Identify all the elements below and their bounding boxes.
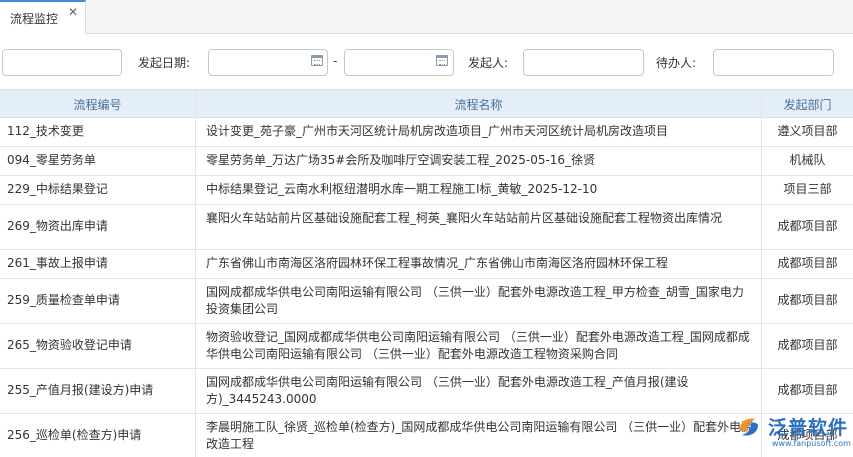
calendar-icon[interactable] [436, 55, 448, 66]
cell-dept: 机械队 [789, 153, 826, 167]
cell-process-name: 零星劳务单_万达广场35#会所及咖啡厅空调安装工程_2025-05-16_徐贤 [206, 153, 596, 167]
table-row[interactable]: 259_质量检查单申请 国网成都成华供电公司南阳运输有限公司 （三供一业）配套外… [0, 279, 853, 324]
initiator-label: 发起人: [468, 56, 509, 70]
column-header-name[interactable]: 流程名称 [196, 96, 761, 113]
cell-process-id: 265_物资验收登记申请 [7, 338, 132, 352]
cell-process-id: 261_事故上报申请 [7, 256, 108, 270]
table-row[interactable]: 269_物资出库申请 襄阳火车站站前片区基础设施配套工程_柯英_襄阳火车站站前片… [0, 205, 853, 250]
cell-dept: 成都项目部 [777, 338, 838, 352]
cell-process-name: 物资验收登记_国网成都成华供电公司南阳运输有限公司 （三供一业）配套外电源改造工… [206, 330, 750, 361]
brand-name: 泛普软件 [768, 417, 849, 439]
cell-dept: 成都项目部 [777, 256, 838, 270]
cell-process-name: 设计变更_苑子豪_广州市天河区统计局机房改造项目_广州市天河区统计局机房改造项目 [206, 124, 669, 138]
table-row[interactable]: 261_事故上报申请 广东省佛山市南海区洛府园林环保工程事故情况_广东省佛山市南… [0, 250, 853, 279]
tab-process-monitor[interactable]: 流程监控 ✕ [0, 0, 86, 34]
cell-process-id: 094_零星劳务单 [7, 153, 96, 167]
brand-url: www.fanpusoft.com [772, 439, 851, 448]
keyword-input[interactable] [2, 49, 122, 76]
cell-process-id: 112_技术变更 [7, 124, 84, 138]
table-row[interactable]: 229_中标结果登记 中标结果登记_云南水利枢纽潜明水库一期工程施工I标_黄敏_… [0, 176, 853, 205]
start-date-input[interactable] [208, 49, 328, 76]
table-row[interactable]: 256_巡检单(检查方)申请 李晨明施工队_徐贤_巡检单(检查方)_国网成都成华… [0, 414, 853, 457]
initiator-input[interactable] [523, 49, 644, 76]
cell-dept: 遵义项目部 [777, 124, 838, 138]
start-date-label: 发起日期: [138, 56, 191, 70]
cell-process-name: 襄阳火车站站前片区基础设施配套工程_柯英_襄阳火车站站前片区基础设施配套工程物资… [206, 211, 723, 225]
pending-user-label: 待办人: [656, 56, 697, 70]
cell-process-name: 广东省佛山市南海区洛府园林环保工程事故情况_广东省佛山市南海区洛府园林环保工程 [206, 256, 669, 270]
cell-process-id: 256_巡检单(检查方)申请 [7, 428, 142, 442]
close-icon[interactable]: ✕ [68, 5, 78, 19]
tab-bar: 流程监控 ✕ [0, 0, 853, 34]
calendar-icon[interactable] [311, 55, 323, 66]
cell-dept: 成都项目部 [777, 293, 838, 307]
brand-watermark: 泛普软件 www.fanpusoft.com [736, 413, 853, 457]
table-row[interactable]: 265_物资验收登记申请 物资验收登记_国网成都成华供电公司南阳运输有限公司 （… [0, 324, 853, 369]
cell-process-name: 国网成都成华供电公司南阳运输有限公司 （三供一业）配套外电源改造工程_产值月报(… [206, 375, 689, 406]
column-header-id[interactable]: 流程编号 [0, 96, 195, 113]
cell-process-name: 李晨明施工队_徐贤_巡检单(检查方)_国网成都成华供电公司南阳运输有限公司 （三… [206, 420, 754, 451]
table-header: 流程编号 流程名称 发起部门 [0, 89, 853, 118]
table-row[interactable]: 094_零星劳务单 零星劳务单_万达广场35#会所及咖啡厅空调安装工程_2025… [0, 147, 853, 176]
cell-process-id: 259_质量检查单申请 [7, 293, 120, 307]
tab-label: 流程监控 [10, 12, 59, 26]
pending-user-input[interactable] [713, 49, 834, 76]
cell-dept: 成都项目部 [777, 383, 838, 397]
table-row[interactable]: 112_技术变更 设计变更_苑子豪_广州市天河区统计局机房改造项目_广州市天河区… [0, 118, 853, 147]
filter-bar: 发起日期: - 发起人: 待办人: [0, 48, 853, 78]
column-header-dept[interactable]: 发起部门 [762, 96, 853, 113]
cell-dept: 成都项目部 [777, 219, 838, 233]
cell-process-name: 国网成都成华供电公司南阳运输有限公司 （三供一业）配套外电源改造工程_甲方检查_… [206, 285, 744, 316]
cell-process-name: 中标结果登记_云南水利枢纽潜明水库一期工程施工I标_黄敏_2025-12-10 [206, 182, 598, 196]
cell-process-id: 269_物资出库申请 [7, 219, 108, 233]
cell-process-id: 229_中标结果登记 [7, 182, 108, 196]
date-range-separator: - [333, 54, 338, 68]
table-row[interactable]: 255_产值月报(建设方)申请 国网成都成华供电公司南阳运输有限公司 （三供一业… [0, 369, 853, 414]
cell-dept: 项目三部 [783, 182, 832, 196]
brand-logo-icon [740, 418, 758, 436]
cell-process-id: 255_产值月报(建设方)申请 [7, 383, 154, 397]
